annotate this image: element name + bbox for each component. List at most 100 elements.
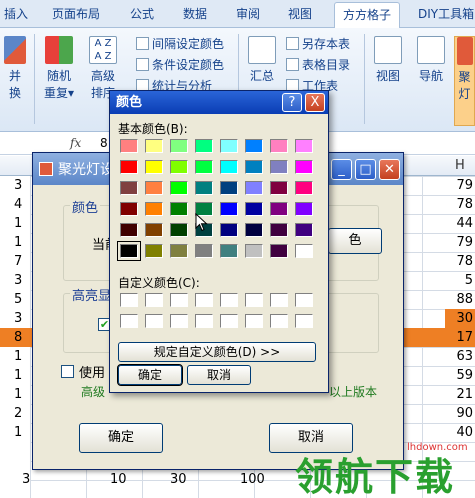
basic-color-swatch[interactable]	[220, 160, 238, 174]
basic-color-swatch[interactable]	[270, 223, 288, 237]
custom-color-swatch[interactable]	[220, 314, 238, 328]
basic-color-swatch[interactable]	[117, 241, 141, 261]
basic-color-swatch[interactable]	[270, 160, 288, 174]
custom-color-swatch[interactable]	[170, 293, 188, 307]
basic-color-swatch[interactable]	[195, 160, 213, 174]
cell-h[interactable]: 90	[445, 404, 475, 423]
basic-color-swatch[interactable]	[245, 244, 263, 258]
cell-h[interactable]: 79	[445, 233, 475, 252]
custom-color-swatch[interactable]	[295, 293, 313, 307]
navigate-button[interactable]: 导航	[412, 36, 450, 84]
cell-h[interactable]: 5	[445, 271, 475, 290]
custom-color-swatch[interactable]	[120, 314, 138, 328]
spotlight-ribbon-button[interactable]: 聚 灯	[454, 36, 475, 126]
custom-color-swatch[interactable]	[145, 314, 163, 328]
basic-color-swatch[interactable]	[120, 139, 138, 153]
cell-h-highlighted[interactable]: 30	[445, 309, 475, 328]
basic-color-swatch[interactable]	[295, 202, 313, 216]
basic-color-swatch[interactable]	[170, 139, 188, 153]
basic-color-swatch[interactable]	[295, 181, 313, 195]
basic-color-swatch[interactable]	[295, 160, 313, 174]
basic-color-swatch[interactable]	[270, 139, 288, 153]
cell-h[interactable]: 63	[445, 347, 475, 366]
basic-color-swatch[interactable]	[295, 223, 313, 237]
formula-value[interactable]: 8	[100, 136, 108, 150]
tab-fangfang[interactable]: 方方格子	[334, 2, 401, 28]
fx-icon[interactable]: fx	[70, 136, 81, 150]
basic-color-swatch[interactable]	[145, 223, 163, 237]
basic-color-swatch[interactable]	[145, 181, 163, 195]
custom-color-swatch[interactable]	[120, 293, 138, 307]
basic-color-swatch[interactable]	[120, 160, 138, 174]
basic-color-swatch[interactable]	[245, 139, 263, 153]
use-checkbox[interactable]	[61, 365, 74, 378]
basic-color-swatch[interactable]	[120, 202, 138, 216]
close-button[interactable]: ✕	[379, 159, 400, 180]
cell-h[interactable]: 44	[445, 214, 475, 233]
color-dialog-close-button[interactable]: X	[305, 93, 325, 112]
basic-color-swatch[interactable]	[245, 181, 263, 195]
tab-view[interactable]: 视图	[288, 5, 312, 22]
help-button[interactable]: ?	[282, 93, 302, 112]
cell-bottom[interactable]: 10	[110, 470, 127, 489]
basic-color-swatch[interactable]	[120, 181, 138, 195]
basic-color-swatch[interactable]	[170, 223, 188, 237]
custom-color-swatch[interactable]	[245, 314, 263, 328]
define-custom-colors-button[interactable]: 规定自定义颜色(D) >>	[118, 342, 316, 362]
spotlight-ok-button[interactable]: 确定	[79, 423, 163, 453]
basic-color-swatch[interactable]	[270, 202, 288, 216]
cond-color-button[interactable]: 条件设定颜色	[136, 56, 224, 73]
minimize-button[interactable]: _	[331, 159, 352, 180]
basic-color-swatch[interactable]	[220, 139, 238, 153]
custom-color-swatch[interactable]	[220, 293, 238, 307]
table-dir-button[interactable]: 表格目录	[286, 56, 350, 73]
custom-color-swatch[interactable]	[145, 293, 163, 307]
basic-color-swatch[interactable]	[245, 223, 263, 237]
basic-color-swatch[interactable]	[170, 181, 188, 195]
color-ok-button[interactable]: 确定	[117, 364, 183, 386]
basic-color-swatch[interactable]	[145, 244, 163, 258]
basic-color-swatch[interactable]	[295, 139, 313, 153]
cell-h[interactable]: 78	[445, 195, 475, 214]
basic-color-swatch[interactable]	[245, 160, 263, 174]
maximize-button[interactable]: □	[355, 159, 376, 180]
column-header-h[interactable]: H	[455, 158, 465, 173]
basic-color-swatch[interactable]	[245, 202, 263, 216]
basic-color-swatch[interactable]	[295, 244, 313, 258]
basic-color-swatch[interactable]	[145, 160, 163, 174]
custom-color-swatch[interactable]	[295, 314, 313, 328]
basic-color-swatch[interactable]	[270, 244, 288, 258]
tab-review[interactable]: 审阅	[236, 5, 260, 22]
tab-insert[interactable]: 插入	[4, 5, 28, 22]
cell-bottom[interactable]: 3	[22, 470, 30, 489]
basic-color-swatch[interactable]	[170, 160, 188, 174]
cell-h[interactable]: 79	[445, 176, 475, 195]
basic-color-swatch[interactable]	[270, 181, 288, 195]
basic-color-swatch[interactable]	[220, 202, 238, 216]
alt-color-button[interactable]: 间隔设定颜色	[136, 35, 224, 52]
custom-color-swatch[interactable]	[170, 314, 188, 328]
basic-color-swatch[interactable]	[170, 202, 188, 216]
basic-color-swatch[interactable]	[170, 244, 188, 258]
color-cancel-button[interactable]: 取消	[187, 365, 251, 385]
tab-formulas[interactable]: 公式	[130, 5, 154, 22]
basic-color-swatch[interactable]	[145, 139, 163, 153]
cell-h[interactable]: 78	[445, 252, 475, 271]
random-button[interactable]: 随机 重复▾	[40, 36, 78, 101]
change-color-button[interactable]: 色	[328, 228, 382, 254]
custom-color-swatch[interactable]	[245, 293, 263, 307]
cell-bottom[interactable]: 30	[170, 470, 187, 489]
basic-color-swatch[interactable]	[195, 244, 213, 258]
save-table-button[interactable]: 另存本表	[286, 35, 350, 52]
basic-color-swatch[interactable]	[145, 202, 163, 216]
custom-color-swatch[interactable]	[270, 314, 288, 328]
basic-color-swatch[interactable]	[220, 181, 238, 195]
basic-color-swatch[interactable]	[195, 139, 213, 153]
cell-h[interactable]: 59	[445, 366, 475, 385]
custom-color-swatch[interactable]	[270, 293, 288, 307]
cell-bottom[interactable]: 100	[240, 470, 265, 489]
tab-data[interactable]: 数据	[183, 5, 207, 22]
basic-color-swatch[interactable]	[220, 244, 238, 258]
summary-button[interactable]: 汇总	[244, 36, 280, 84]
insert-button[interactable]: 并 换	[0, 36, 30, 101]
